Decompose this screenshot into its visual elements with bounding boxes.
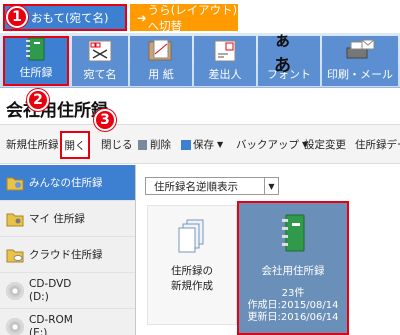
paper-icon — [146, 38, 176, 64]
book-card-updated: 更新日:2016/06/14 — [247, 312, 339, 323]
step-badge-3: 3 — [94, 109, 116, 131]
settings-change-button[interactable]: 設定変更 — [304, 137, 346, 152]
save-button[interactable]: 保存 ▼ — [181, 137, 223, 152]
ribbon-addressee-button[interactable]: 宛て名 — [72, 36, 128, 86]
new-address-book-card[interactable]: 住所録の 新規作成 — [147, 205, 237, 325]
sender-icon — [210, 38, 240, 64]
sidebar-item-label: CD-DVD — [29, 277, 72, 290]
chevron-down-icon: ▼ — [217, 140, 224, 149]
ribbon-label: 差出人 — [208, 68, 242, 81]
sidebar-item-cd-rom[interactable]: CD-ROM (E:) — [0, 309, 135, 335]
page-title: 会社用住所録 — [6, 101, 108, 121]
backup-label: バックアップ — [236, 139, 299, 151]
ribbon-label: 用 紙 — [148, 68, 174, 81]
sort-select-value: 住所録名逆順表示 — [154, 180, 238, 193]
drive-letter: (D:) — [29, 290, 49, 303]
open-button[interactable]: 開く — [60, 131, 90, 159]
floppy-icon — [181, 139, 191, 150]
tab-ura-label: うら(レイアウト)へ切替 — [147, 2, 238, 33]
folder-icon — [6, 211, 24, 227]
arrow-right-icon: ➔ — [137, 10, 147, 25]
trash-icon — [138, 139, 147, 150]
delete-label: 削除 — [150, 139, 171, 151]
main-panel: 住所録名逆順表示 ▼ 住所録の 新規作成 会社用住所録 23件 作成日:2015… — [137, 165, 400, 335]
disc-icon — [6, 317, 24, 335]
backup-button[interactable]: バックアップ ▼ — [236, 137, 308, 152]
new-address-book-button[interactable]: 新規住所録 — [6, 137, 59, 152]
delete-button[interactable]: 削除 — [138, 137, 171, 152]
disc-icon — [6, 281, 24, 300]
step-badge-1: 1 — [6, 6, 28, 28]
font-icon: ぁあ — [274, 31, 291, 76]
sort-select[interactable]: 住所録名逆順表示 ▼ — [145, 177, 279, 195]
book-card-created: 作成日:2015/08/14 — [247, 300, 339, 311]
address-book-card[interactable]: 会社用住所録 23件 作成日:2015/08/14 更新日:2016/06/14 — [237, 201, 349, 335]
folder-icon — [6, 175, 24, 191]
new-card-line2: 新規作成 — [171, 280, 213, 292]
ribbon-label: 住所録 — [19, 66, 53, 79]
chevron-down-icon: ▼ — [264, 178, 278, 194]
ribbon-print-mail-button[interactable]: 印刷・メール — [322, 36, 398, 86]
ribbon: 住所録 宛て名 用 紙 差出人 ぁあ フォント 印刷・メール — [0, 31, 400, 88]
folder-icon — [6, 247, 24, 263]
tab-omote-label: おもて(宛て名) — [31, 10, 109, 25]
sidebar-item-label: クラウド住所録 — [29, 249, 103, 261]
ribbon-sender-button[interactable]: 差出人 — [194, 36, 256, 86]
book-card-name: 会社用住所録 — [261, 265, 325, 277]
sidebar-item-cd-dvd[interactable]: CD-DVD (D:) — [0, 273, 135, 309]
address-book-icon — [21, 36, 51, 62]
new-card-line1: 住所録の — [171, 265, 213, 277]
sidebar-item-label: みんなの住所録 — [29, 177, 103, 189]
ribbon-label: 印刷・メール — [327, 68, 393, 81]
open-label: 開く — [64, 139, 86, 152]
step-badge-2: 2 — [27, 89, 49, 111]
close-button[interactable]: 閉じる — [101, 137, 133, 152]
save-label: 保存 — [193, 139, 214, 151]
sidebar: みんなの住所録 マイ 住所録 クラウド住所録 CD-DVD (D:) CD-RO… — [0, 165, 136, 335]
drive-letter: (E:) — [29, 326, 48, 335]
book-card-count: 23件 — [281, 288, 305, 299]
sidebar-item-label: マイ 住所録 — [29, 213, 85, 225]
toolbar: 新規住所録 開く 閉じる 削除 保存 ▼ バックアップ ▼ 設定変更 住所録デー — [0, 124, 400, 164]
printer-icon — [345, 38, 375, 64]
ribbon-paper-button[interactable]: 用 紙 — [130, 36, 192, 86]
address-book-data-button[interactable]: 住所録デー — [355, 137, 400, 152]
sidebar-item-label: CD-ROM — [29, 313, 73, 326]
ribbon-label: 宛て名 — [83, 68, 117, 81]
ribbon-address-book-button[interactable]: 住所録 — [3, 36, 69, 86]
ribbon-font-button[interactable]: ぁあ フォント — [258, 31, 320, 86]
sidebar-item-my[interactable]: マイ 住所録 — [0, 201, 135, 237]
address-book-icon — [282, 214, 305, 252]
sidebar-item-cloud[interactable]: クラウド住所録 — [0, 237, 135, 273]
tab-ura-switch[interactable]: ➔ うら(レイアウト)へ切替 — [130, 2, 238, 33]
mode-bar: おもて(宛て名) ➔ うら(レイアウト)へ切替 — [0, 0, 400, 33]
postcard-icon — [85, 38, 115, 64]
document-stack-icon — [178, 219, 204, 253]
sidebar-item-shared[interactable]: みんなの住所録 — [0, 165, 135, 201]
